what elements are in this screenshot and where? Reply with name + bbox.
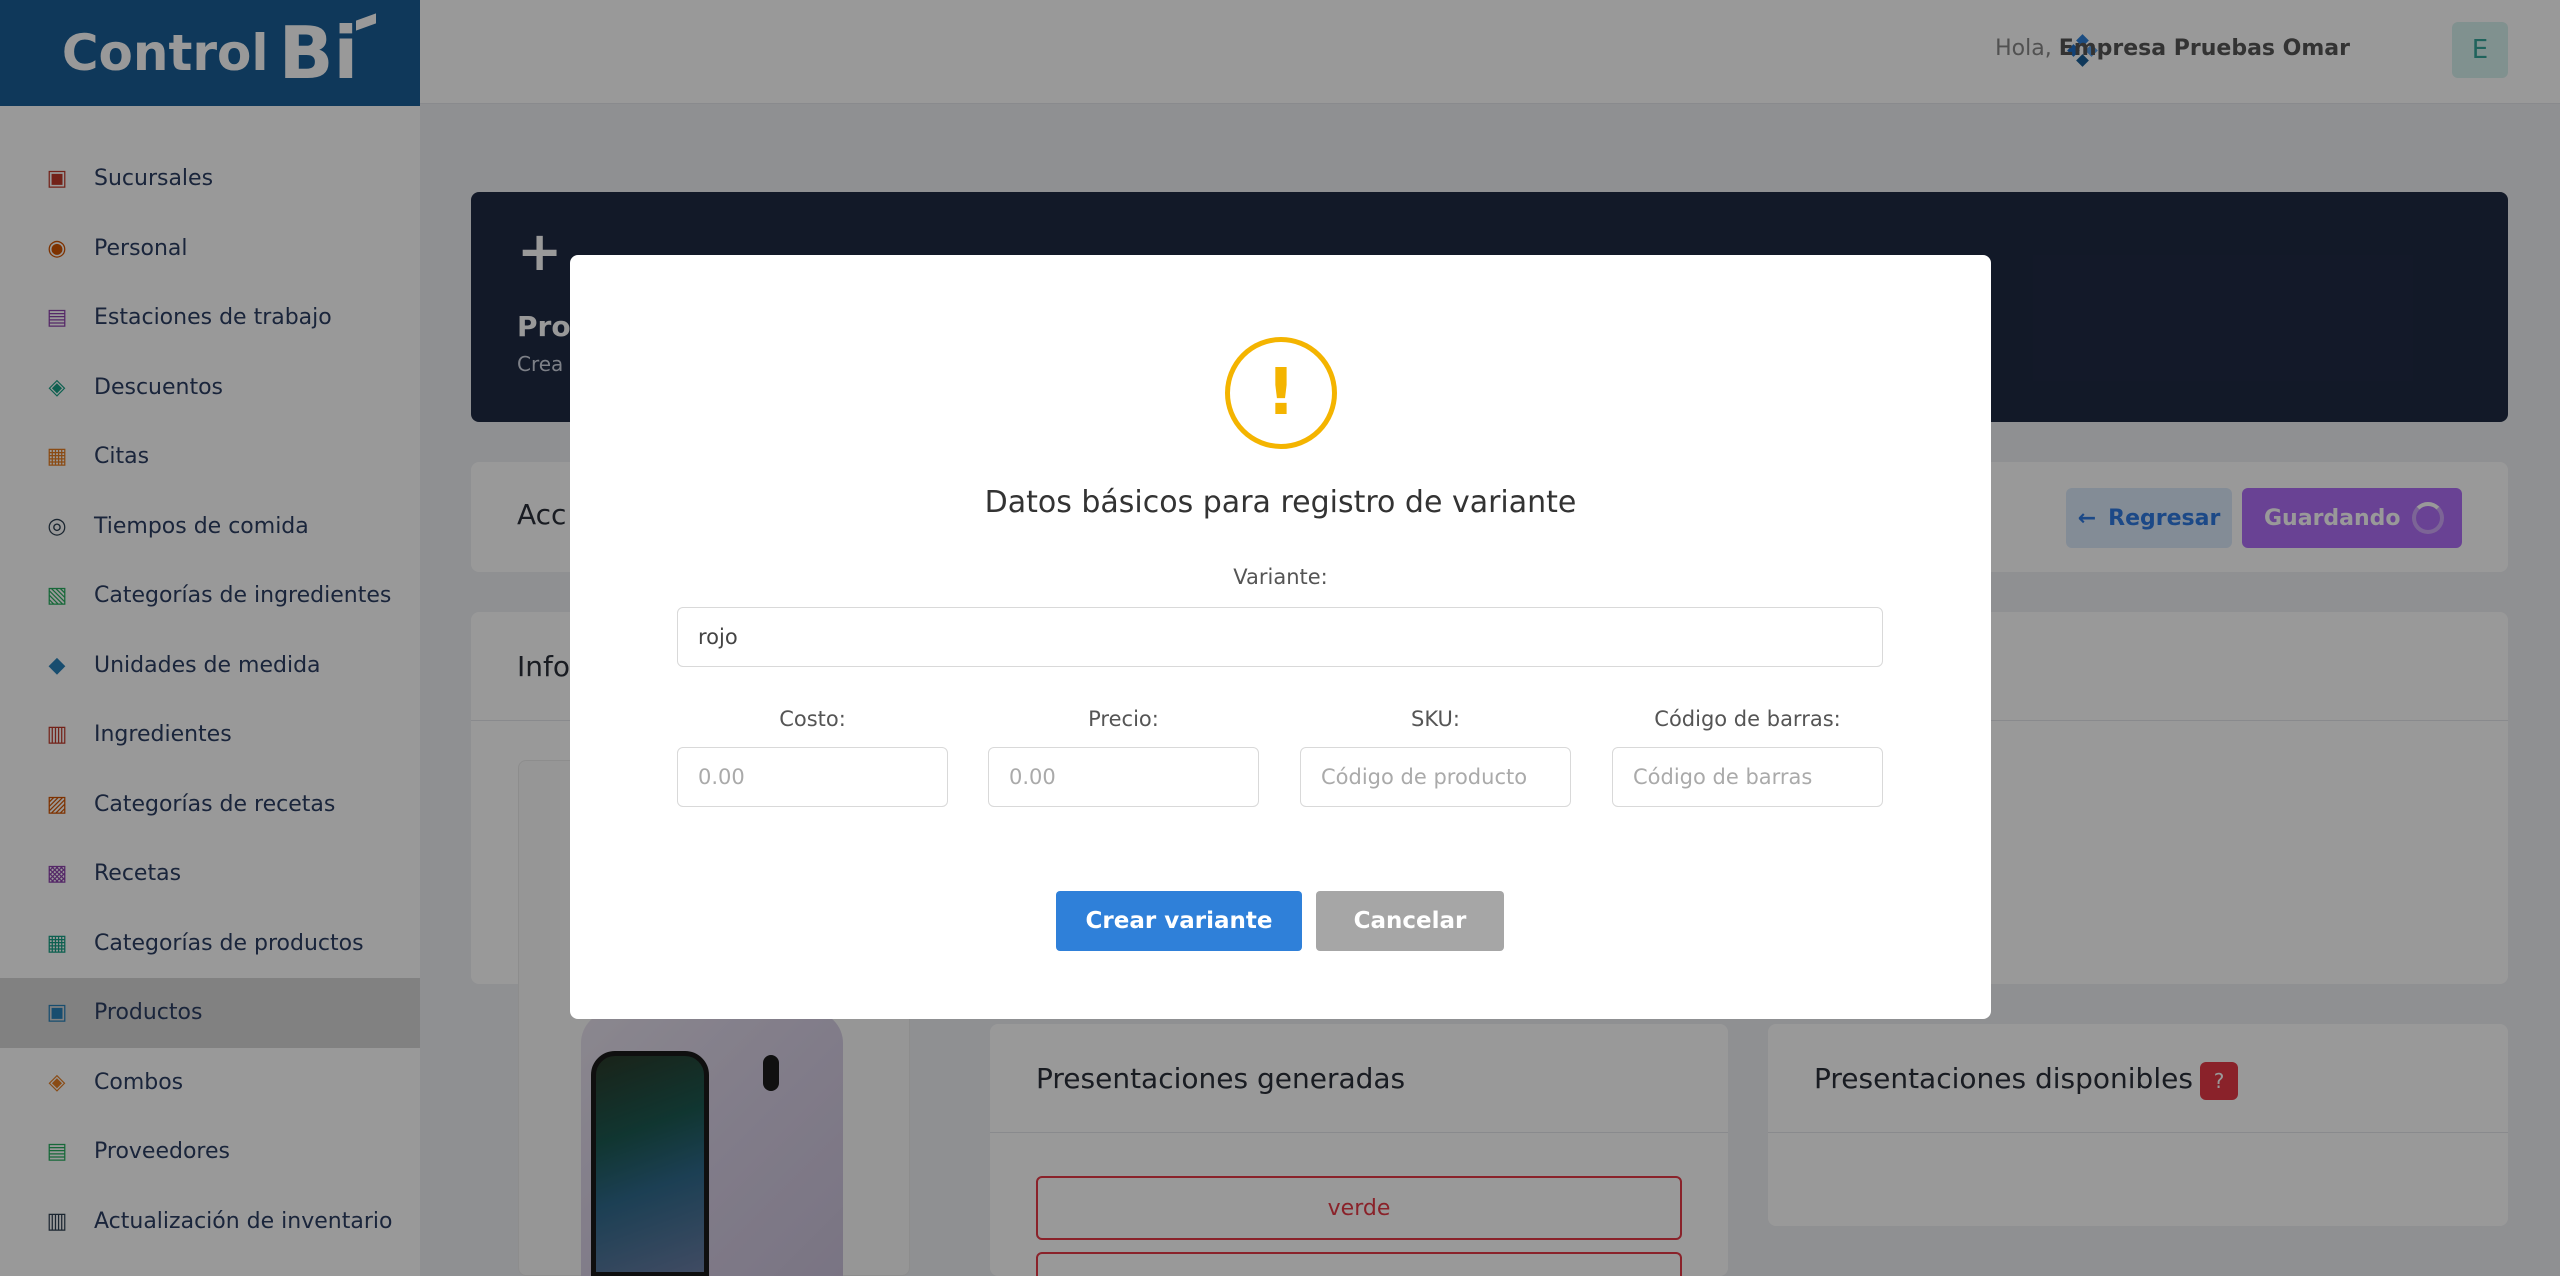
warning-icon: ! [1225, 337, 1337, 449]
modal-title: Datos básicos para registro de variante [984, 485, 1577, 520]
variant-modal: ! Datos básicos para registro de variant… [570, 255, 1991, 1019]
cost-label: Costo: [779, 707, 846, 731]
barcode-input[interactable] [1612, 747, 1883, 807]
barcode-label: Código de barras: [1654, 707, 1841, 731]
cancel-button[interactable]: Cancelar [1316, 891, 1504, 951]
variant-label: Variante: [1233, 565, 1328, 589]
create-variant-button[interactable]: Crear variante [1056, 891, 1302, 951]
price-input[interactable] [988, 747, 1259, 807]
sku-input[interactable] [1300, 747, 1571, 807]
price-label: Precio: [1088, 707, 1159, 731]
variant-input[interactable] [677, 607, 1883, 667]
sku-label: SKU: [1411, 707, 1460, 731]
cost-input[interactable] [677, 747, 948, 807]
